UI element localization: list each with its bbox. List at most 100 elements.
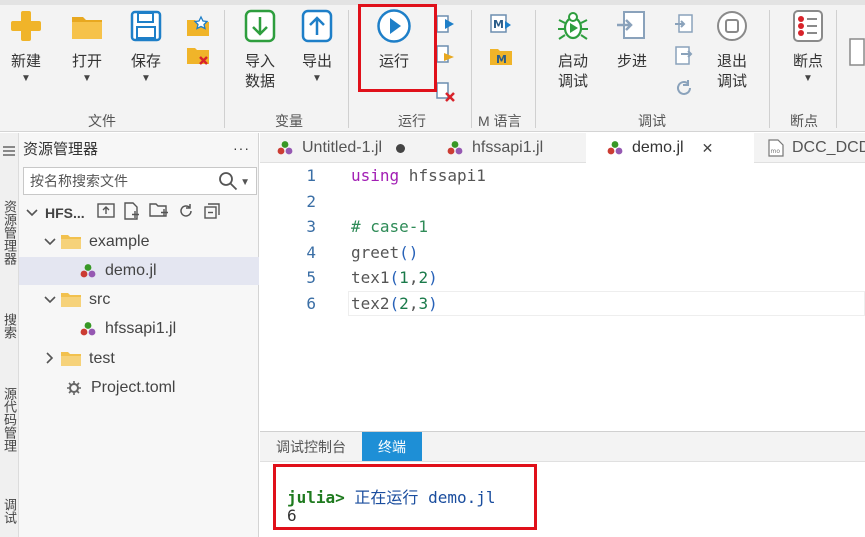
tree-item-hfssapi1-jl[interactable]: hfssapi1.jl [19,315,259,343]
code-token: tex1 [351,268,390,288]
line-number: 4 [306,242,316,262]
folder-icon [61,293,81,307]
code-editor[interactable]: 1 using hfssapi1 2 3 # case-1 4 greet() 5 tex1(1… [260,163,865,431]
activity-debug-tab[interactable]: 调试 [0,489,19,533]
code-token: ) [428,294,438,313]
folder-icon [61,352,81,366]
export-arrow-icon [299,8,335,44]
chevron-down-icon: ▼ [82,73,92,84]
stop-debug-button[interactable]: 退出 调试 [714,8,750,92]
tab-terminal[interactable]: 终端 [362,432,422,461]
refresh-icon[interactable] [177,202,195,225]
tab-dcc-dcd[interactable]: mo DCC_DCD [754,133,865,163]
explorer-panel: 资源管理器 ··· 按名称搜索文件 ▼ HFS... example demo.… [19,133,259,537]
tree-item-src[interactable]: src [19,286,259,314]
new-file-icon[interactable] [123,201,141,225]
more-actions-button[interactable]: ··· [233,140,250,156]
code-token: ( [389,268,400,288]
m-folder-icon[interactable]: M [489,44,513,68]
search-icon[interactable] [218,171,238,194]
debug-group-label: 调试 [638,113,666,129]
code-token: 1 [399,268,409,288]
step-out-icon[interactable] [672,44,696,68]
code-line[interactable]: 6 tex2(2,3) [260,291,865,316]
activity-explorer-tab[interactable]: 资源管理器 [0,177,19,287]
code-line[interactable]: 2 [260,189,865,214]
folder-open-icon [69,8,105,44]
m-script-icon[interactable]: M [489,12,513,36]
export-button[interactable]: 导出 ▼ [299,8,335,84]
code-text: tex1(1,2) [351,265,438,290]
modified-dot-icon[interactable] [396,143,406,153]
code-token: greet [351,242,400,262]
import-data-button[interactable]: 导入 数据 [242,8,278,92]
tab-untitled-1[interactable]: Untitled-1.jl [260,133,426,163]
stop-icon [714,8,750,44]
code-token: 2 [399,294,409,313]
terminal-highlight-box [273,464,537,530]
save-button[interactable]: 保存 ▼ [128,8,164,84]
start-debug-button[interactable]: 启动 调试 [555,8,591,92]
line-number: 5 [306,268,316,288]
code-line[interactable]: 4 greet() [260,240,865,265]
mlang-group-label: M 语言 [478,113,522,129]
svg-text:M: M [496,53,507,66]
group-divider [769,10,770,128]
code-token: ( [389,294,400,313]
code-line[interactable]: 1 using hfssapi1 [260,163,865,188]
file-group-label: 文件 [88,113,116,129]
favorite-folder-icon[interactable] [186,14,210,38]
activity-search-tab[interactable]: 搜索 [0,301,19,351]
code-text: using hfssapi1 [351,163,486,188]
stop-run-icon[interactable] [434,80,458,104]
new-button[interactable]: 新建 ▼ [8,8,44,84]
tab-hfssapi1[interactable]: hfssapi1.jl [426,133,586,163]
step-button[interactable]: 步进 [614,8,650,72]
code-line[interactable]: 5 tex1(1,2) [260,265,865,290]
close-folder-icon[interactable] [186,44,210,68]
file-search-input[interactable]: 按名称搜索文件 ▼ [23,167,257,195]
collapse-all-icon[interactable] [203,202,221,225]
step-over-icon[interactable] [672,12,696,36]
code-text: tex2(2,3) [351,291,438,316]
group-divider [224,10,225,128]
line-number: 3 [306,217,316,237]
tree-item-example[interactable]: example [19,228,259,256]
group-divider [471,10,472,128]
tree-item-test[interactable]: test [19,345,259,373]
tree-item-project-toml[interactable]: Project.toml [19,374,259,402]
tab-demo[interactable]: demo.jl ✕ [586,133,754,163]
go-up-icon[interactable] [96,202,115,225]
julia-file-icon [79,263,97,279]
group-divider [836,10,837,128]
import-arrow-icon [242,8,278,44]
restart-icon[interactable] [672,76,696,100]
breakpoint-group-label: 断点 [790,113,818,129]
activity-scm-tab[interactable]: 源代码管理 [0,369,19,469]
breakpoint-button[interactable]: 断点 ▼ [790,8,826,84]
overflow-icon[interactable] [845,38,865,66]
menu-icon[interactable] [3,143,15,159]
code-token: 2 [418,268,429,288]
chevron-down-icon [43,235,57,249]
run-group-label: 运行 [398,113,426,129]
bug-icon [555,8,591,44]
line-number: 6 [306,294,316,313]
code-token: , [408,294,419,313]
code-line[interactable]: 3 # case-1 [260,214,865,239]
tree-item-demo-jl[interactable]: demo.jl [19,257,259,285]
code-text: # case-1 [351,214,428,239]
tab-debug-console[interactable]: 调试控制台 [260,432,362,461]
run-file-icon[interactable] [434,42,458,66]
project-row[interactable]: HFS... [19,199,259,227]
svg-text:mo: mo [771,148,781,155]
folder-icon [61,235,81,249]
chevron-down-icon: ▼ [21,73,31,84]
chevron-down-icon [43,293,57,307]
run-selection-icon[interactable] [434,12,458,36]
code-token: () [399,242,419,262]
open-button[interactable]: 打开 ▼ [69,8,105,84]
chevron-down-icon[interactable]: ▼ [240,177,250,188]
new-folder-icon[interactable] [148,202,169,225]
close-icon[interactable]: ✕ [702,140,714,157]
